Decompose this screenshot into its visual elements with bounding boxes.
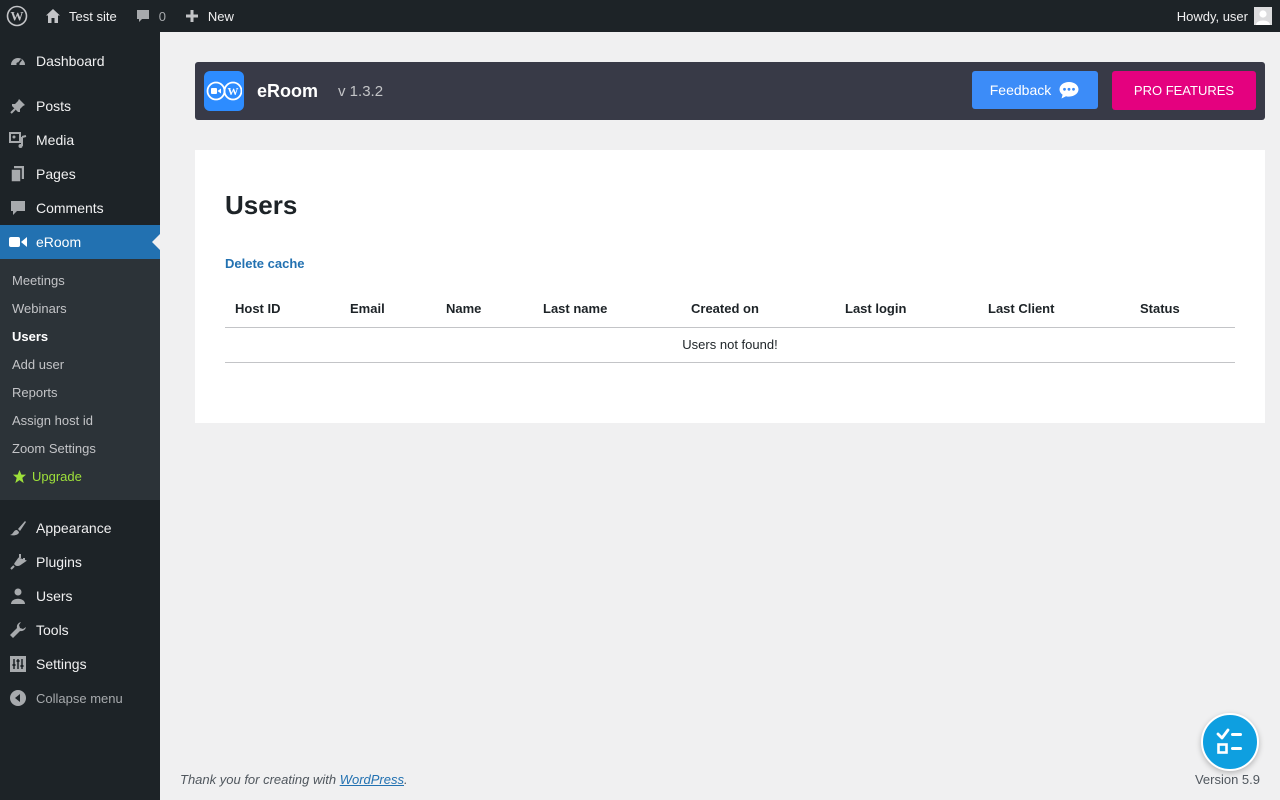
menu-item-plugins[interactable]: Plugins bbox=[0, 545, 160, 579]
menu-item-users[interactable]: Users bbox=[0, 579, 160, 613]
pro-features-button[interactable]: PRO FEATURES bbox=[1112, 71, 1256, 110]
site-name: Test site bbox=[69, 8, 117, 24]
menu-item-pages[interactable]: Pages bbox=[0, 157, 160, 191]
star-icon bbox=[12, 469, 27, 484]
wordpress-link[interactable]: WordPress bbox=[340, 772, 404, 787]
comments-link[interactable]: 0 bbox=[125, 0, 174, 32]
feedback-button[interactable]: Feedback bbox=[972, 71, 1098, 109]
delete-cache-link[interactable]: Delete cache bbox=[225, 256, 305, 271]
svg-text:W: W bbox=[11, 9, 24, 24]
menu-label: Comments bbox=[36, 200, 104, 216]
new-label: New bbox=[207, 8, 234, 24]
home-icon bbox=[43, 6, 63, 26]
footer-thanks: Thank you for creating with WordPress. bbox=[180, 772, 408, 787]
menu-item-dashboard[interactable]: Dashboard bbox=[0, 44, 160, 78]
settings-icon bbox=[8, 654, 28, 674]
submenu-item-add-user[interactable]: Add user bbox=[0, 350, 160, 378]
collapse-arrow-icon bbox=[8, 688, 28, 708]
main-content: W eRoom v 1.3.2 Feedback PRO FEATURES Us… bbox=[160, 32, 1280, 800]
dashboard-icon bbox=[8, 51, 28, 71]
submenu-item-zoom-settings[interactable]: Zoom Settings bbox=[0, 434, 160, 462]
empty-message: Users not found! bbox=[225, 327, 1235, 363]
table-row: Users not found! bbox=[225, 327, 1235, 363]
column-header-status: Status bbox=[1130, 291, 1235, 328]
menu-label: Settings bbox=[36, 656, 87, 672]
wordpress-logo-button[interactable]: W bbox=[0, 0, 35, 32]
users-table: Host ID Email Name Last name Created on … bbox=[225, 291, 1235, 363]
submenu-item-assign-host-id[interactable]: Assign host id bbox=[0, 406, 160, 434]
menu-label: Media bbox=[36, 132, 75, 148]
upgrade-label: Upgrade bbox=[32, 468, 82, 484]
comments-count: 0 bbox=[158, 8, 166, 24]
column-header-created-on: Created on bbox=[681, 291, 835, 328]
menu-item-tools[interactable]: Tools bbox=[0, 613, 160, 647]
wrench-icon bbox=[8, 620, 28, 640]
collapse-label: Collapse menu bbox=[36, 690, 123, 706]
users-panel: Users Delete cache Host ID Email Name La… bbox=[195, 150, 1265, 423]
chat-bubble-icon bbox=[1058, 80, 1080, 100]
column-header-email: Email bbox=[340, 291, 436, 328]
column-header-name: Name bbox=[436, 291, 533, 328]
svg-text:W: W bbox=[228, 86, 239, 98]
avatar bbox=[1254, 7, 1272, 25]
video-camera-icon bbox=[8, 232, 28, 252]
site-name-link[interactable]: Test site bbox=[35, 0, 125, 32]
submenu-item-users[interactable]: Users bbox=[0, 322, 160, 350]
admin-sidebar: Dashboard Posts Media Pages Comments eRo… bbox=[0, 32, 160, 800]
submenu-item-reports[interactable]: Reports bbox=[0, 378, 160, 406]
menu-item-appearance[interactable]: Appearance bbox=[0, 511, 160, 545]
menu-item-settings[interactable]: Settings bbox=[0, 647, 160, 681]
comment-icon bbox=[8, 198, 28, 218]
eroom-submenu: Meetings Webinars Users Add user Reports… bbox=[0, 259, 160, 500]
checklist-icon bbox=[1215, 727, 1245, 757]
howdy-text: Howdy, user bbox=[1176, 8, 1248, 24]
new-content-link[interactable]: New bbox=[174, 0, 242, 32]
menu-label: Posts bbox=[36, 98, 72, 114]
plugin-name: eRoom bbox=[257, 80, 319, 101]
menu-item-eroom[interactable]: eRoom bbox=[0, 225, 160, 259]
footer-thanks-suffix: . bbox=[404, 772, 408, 787]
plugin-header: W eRoom v 1.3.2 Feedback PRO FEATURES bbox=[195, 62, 1265, 120]
pages-icon bbox=[8, 164, 28, 184]
footer-version: Version 5.9 bbox=[1194, 772, 1260, 787]
menu-label: Users bbox=[36, 588, 73, 604]
eroom-logo-icon: W bbox=[204, 71, 244, 111]
menu-label: Plugins bbox=[36, 554, 82, 570]
wordpress-logo-icon: W bbox=[6, 5, 28, 27]
media-icon bbox=[8, 130, 28, 150]
column-header-last-client: Last Client bbox=[978, 291, 1130, 328]
menu-label: Tools bbox=[36, 622, 69, 638]
page-title: Users bbox=[225, 190, 298, 220]
menu-label: Appearance bbox=[36, 520, 112, 536]
footer-thanks-prefix: Thank you for creating with bbox=[180, 772, 340, 787]
user-icon bbox=[8, 586, 28, 606]
column-header-host-id: Host ID bbox=[225, 291, 340, 328]
plugin-icon bbox=[8, 552, 28, 572]
column-header-last-name: Last name bbox=[533, 291, 681, 328]
column-header-last-login: Last login bbox=[835, 291, 978, 328]
plugin-version: v 1.3.2 bbox=[338, 82, 384, 100]
submenu-item-webinars[interactable]: Webinars bbox=[0, 294, 160, 322]
collapse-menu-button[interactable]: Collapse menu bbox=[0, 681, 160, 715]
checklist-fab-button[interactable] bbox=[1201, 713, 1259, 771]
comment-bubble-icon bbox=[133, 6, 153, 26]
account-menu[interactable]: Howdy, user bbox=[1169, 0, 1280, 32]
feedback-label: Feedback bbox=[989, 82, 1052, 98]
menu-item-posts[interactable]: Posts bbox=[0, 89, 160, 123]
menu-label: Dashboard bbox=[36, 53, 105, 69]
submenu-item-upgrade[interactable]: Upgrade bbox=[0, 462, 160, 490]
submenu-item-meetings[interactable]: Meetings bbox=[0, 266, 160, 294]
menu-item-comments[interactable]: Comments bbox=[0, 191, 160, 225]
paintbrush-icon bbox=[8, 518, 28, 538]
menu-label: eRoom bbox=[36, 234, 82, 250]
menu-label: Pages bbox=[36, 166, 76, 182]
plus-icon bbox=[182, 6, 202, 26]
menu-item-media[interactable]: Media bbox=[0, 123, 160, 157]
table-header-row: Host ID Email Name Last name Created on … bbox=[225, 291, 1235, 328]
admin-bar: W Test site 0 New Howdy, user bbox=[0, 0, 1280, 32]
pin-icon bbox=[8, 96, 28, 116]
